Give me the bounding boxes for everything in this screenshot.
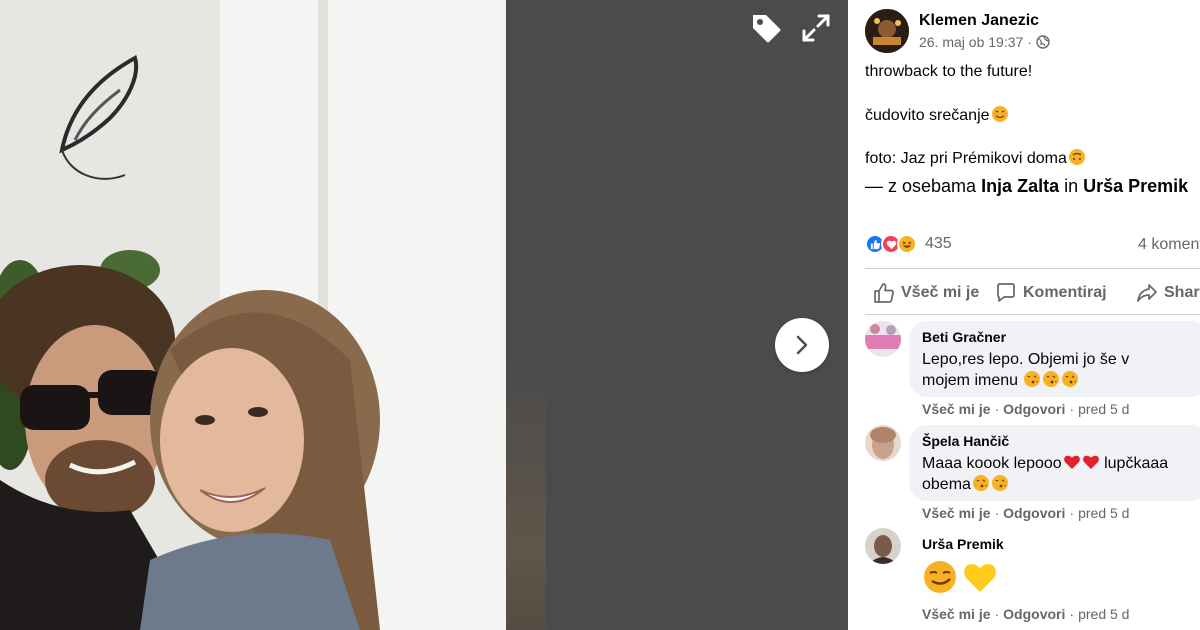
share-arrow-icon bbox=[1137, 284, 1157, 302]
comment-count[interactable]: 4 komentarji bbox=[1138, 236, 1200, 254]
share-button-label: Share bbox=[1164, 284, 1200, 301]
separator: · bbox=[1069, 606, 1075, 622]
commenter-avatar[interactable] bbox=[865, 528, 901, 564]
post-text-segment: foto: Jaz pri Prémikovi doma bbox=[865, 150, 1067, 167]
globe-icon[interactable] bbox=[1036, 35, 1050, 49]
red-heart-emoji-icon bbox=[1082, 455, 1099, 469]
meta-separator: · bbox=[1027, 34, 1032, 50]
photo-viewer bbox=[0, 0, 848, 630]
reactions-summary[interactable]: 435 bbox=[865, 234, 952, 254]
with-and: in bbox=[1059, 176, 1084, 196]
separator: · bbox=[1069, 401, 1075, 417]
kissing-face-emoji-icon bbox=[972, 475, 989, 491]
comment-text-segment: Maaa koook lepooo bbox=[922, 455, 1062, 472]
smiling-face-emoji-icon bbox=[991, 106, 1008, 122]
kissing-face-emoji-icon bbox=[1062, 371, 1079, 387]
post-photo[interactable] bbox=[0, 0, 506, 630]
comment-text-line: obema bbox=[922, 474, 1197, 495]
comment-button-label: Komentiraj bbox=[1023, 284, 1107, 301]
haha-reaction-icon bbox=[897, 234, 917, 254]
commenter-avatar[interactable] bbox=[865, 321, 901, 357]
author-name[interactable]: Klemen Janezic bbox=[919, 11, 1050, 31]
next-photo-button[interactable] bbox=[775, 318, 829, 372]
divider bbox=[865, 314, 1200, 315]
post-meta: 26. maj ob 19:37 · bbox=[919, 33, 1050, 51]
thumbs-up-icon bbox=[874, 283, 894, 303]
tagged-person-link[interactable]: Urša Premik bbox=[1083, 176, 1188, 196]
comment-text-segment: mojem imenu bbox=[922, 372, 1023, 389]
like-button[interactable]: Všeč mi je bbox=[873, 280, 979, 306]
commenter-name[interactable]: Urša Premik bbox=[922, 536, 1004, 553]
tagged-people-line: — z osebama Inja Zalta in Urša Premik bbox=[865, 175, 1188, 197]
comment-icon bbox=[997, 283, 1015, 302]
comment-text-segment: obema bbox=[922, 476, 971, 493]
comment-text-line: Lepo,res lepo. Objemi jo še v bbox=[922, 351, 1130, 368]
commenter-name[interactable]: Beti Gračner bbox=[922, 329, 1197, 346]
comment-reply-link[interactable]: Odgovori bbox=[1003, 505, 1065, 521]
post-text-line: čudovito srečanje bbox=[865, 105, 1009, 126]
photo-illustration bbox=[0, 0, 506, 630]
divider bbox=[865, 268, 1200, 269]
photo-edge-shadow bbox=[506, 360, 546, 630]
kissing-face-emoji-icon bbox=[1043, 371, 1060, 387]
yellow-heart-emoji-icon bbox=[964, 563, 996, 592]
comment-time[interactable]: pred 5 d bbox=[1078, 505, 1129, 521]
comment-text-segment: lupčkaaa bbox=[1099, 455, 1169, 472]
smirking-face-emoji-icon bbox=[924, 561, 956, 593]
comment-actions: Všeč mi je · Odgovori · pred 5 d bbox=[922, 505, 1129, 521]
tagged-person-link[interactable]: Inja Zalta bbox=[981, 176, 1059, 196]
comment-reply-link[interactable]: Odgovori bbox=[1003, 606, 1065, 622]
comment-text-line: mojem imenu bbox=[922, 370, 1197, 391]
kissing-face-emoji-icon bbox=[1024, 371, 1041, 387]
commenter-avatar[interactable] bbox=[865, 425, 901, 461]
separator: · bbox=[1069, 505, 1075, 521]
comment-actions: Všeč mi je · Odgovori · pred 5 d bbox=[922, 606, 1129, 622]
comment-text-line: Maaa koook lepooo lupčkaaa bbox=[922, 453, 1197, 474]
like-button-label: Všeč mi je bbox=[901, 284, 980, 301]
comment-bubble: Špela Hančič Maaa koook lepooo lupčkaaa … bbox=[909, 425, 1200, 501]
fullscreen-button[interactable] bbox=[798, 10, 834, 46]
post-header: Klemen Janezic 26. maj ob 19:37 · bbox=[865, 9, 1050, 53]
post-panel: Klemen Janezic 26. maj ob 19:37 · throwb… bbox=[848, 0, 1200, 630]
comment-reply-link[interactable]: Odgovori bbox=[1003, 401, 1065, 417]
comment-text-line bbox=[922, 559, 1004, 595]
comment-button[interactable]: Komentiraj bbox=[995, 280, 1107, 306]
with-prefix: — z osebama bbox=[865, 176, 982, 196]
commenter-name[interactable]: Špela Hančič bbox=[922, 433, 1197, 450]
reaction-count: 435 bbox=[925, 235, 952, 252]
upside-down-face-emoji-icon bbox=[1068, 149, 1085, 165]
comment-actions: Všeč mi je · Odgovori · pred 5 d bbox=[922, 401, 1129, 417]
comment-like-link[interactable]: Všeč mi je bbox=[922, 401, 991, 417]
expand-icon bbox=[802, 14, 830, 42]
post-text-line: throwback to the future! bbox=[865, 63, 1033, 80]
separator: · bbox=[994, 401, 1000, 417]
comment-time[interactable]: pred 5 d bbox=[1078, 401, 1129, 417]
comment-time[interactable]: pred 5 d bbox=[1078, 606, 1129, 622]
comment-like-link[interactable]: Všeč mi je bbox=[922, 505, 991, 521]
comment-like-link[interactable]: Všeč mi je bbox=[922, 606, 991, 622]
tag-icon bbox=[753, 15, 781, 43]
author-avatar[interactable] bbox=[865, 9, 909, 53]
red-heart-emoji-icon bbox=[1063, 455, 1080, 469]
share-button[interactable]: Share bbox=[1136, 280, 1200, 306]
avatar-image bbox=[865, 9, 909, 53]
post-text-segment: čudovito srečanje bbox=[865, 107, 990, 124]
chevron-right-icon bbox=[796, 335, 808, 355]
tag-photo-button[interactable] bbox=[748, 10, 784, 46]
separator: · bbox=[994, 606, 1000, 622]
post-date[interactable]: 26. maj ob 19:37 bbox=[919, 33, 1023, 51]
separator: · bbox=[994, 505, 1000, 521]
post-text-line: foto: Jaz pri Prémikovi doma bbox=[865, 148, 1086, 169]
comment-bubble: Urša Premik bbox=[909, 528, 1016, 603]
comment-bubble: Beti Gračner Lepo,res lepo. Objemi jo še… bbox=[909, 321, 1200, 397]
kissing-face-emoji-icon bbox=[991, 475, 1008, 491]
